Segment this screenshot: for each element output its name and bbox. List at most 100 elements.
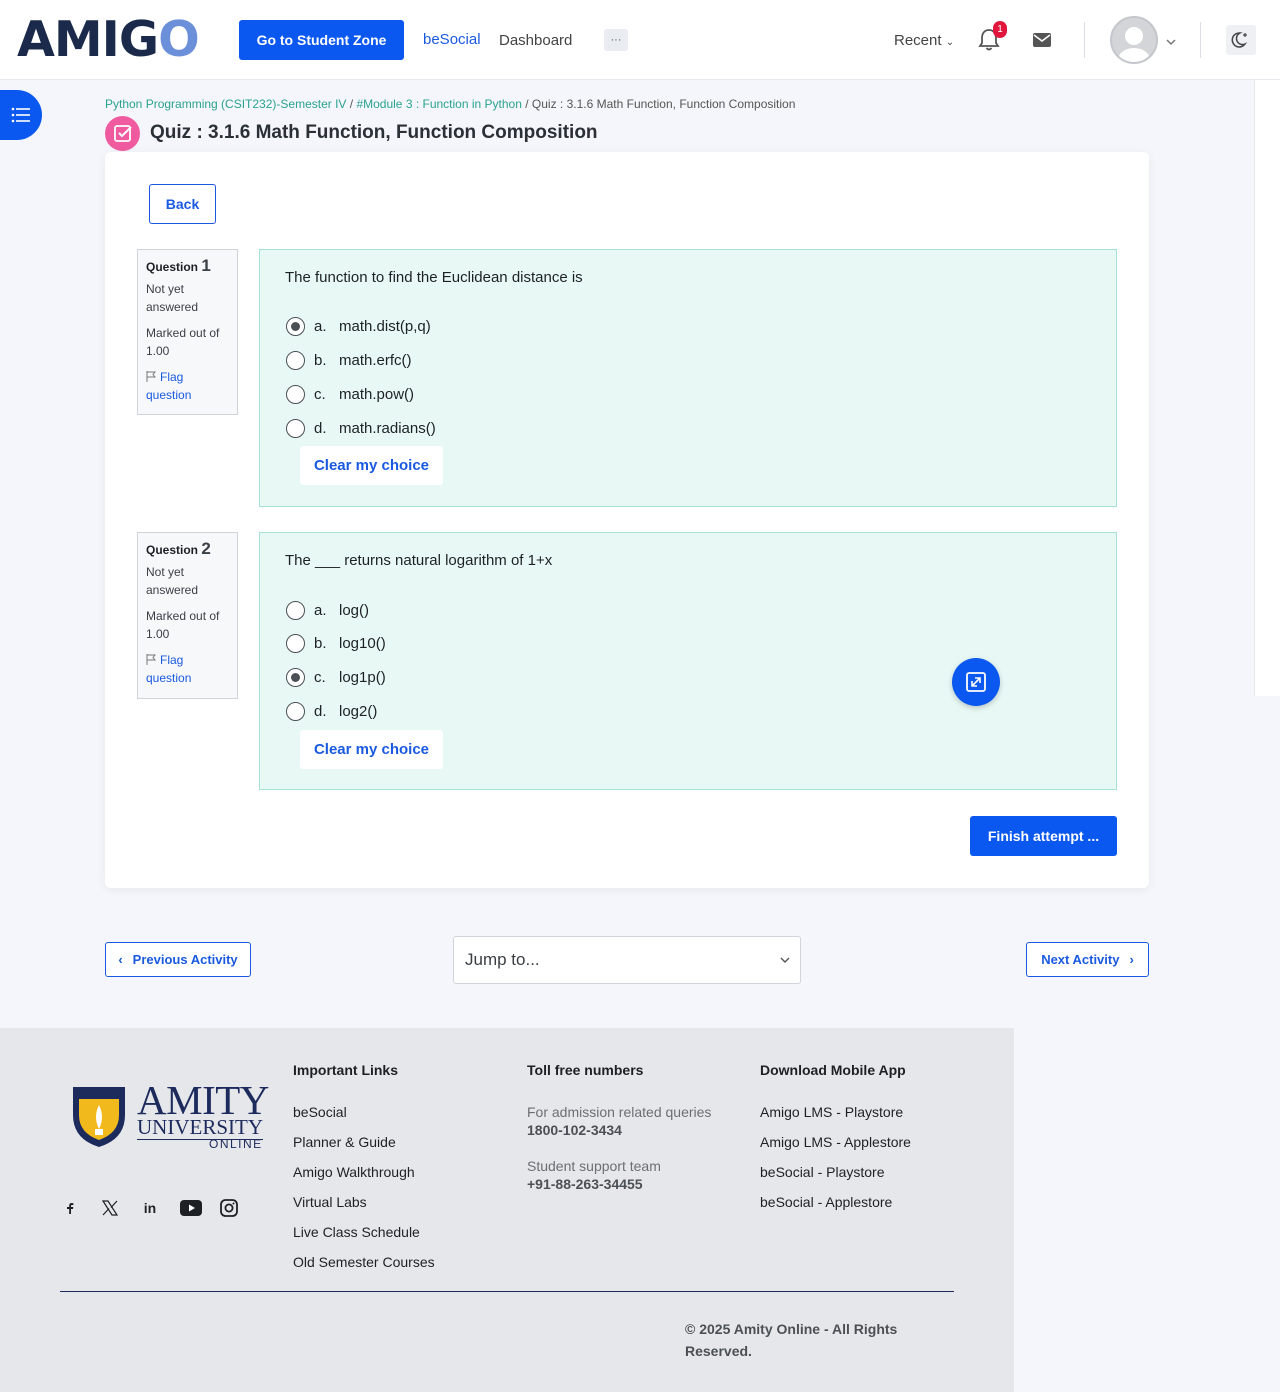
notification-count-badge: 1: [993, 21, 1007, 38]
option-text: log2(): [339, 702, 378, 720]
question-status: Not yet answered: [146, 282, 199, 314]
footer-divider: [60, 1291, 954, 1292]
admission-label: For admission related queries: [527, 1104, 712, 1120]
question-number: 2: [201, 539, 211, 558]
radio-button[interactable]: [286, 384, 305, 404]
moon-icon: [1231, 32, 1248, 48]
nav-dashboard-link[interactable]: Dashboard: [499, 32, 572, 49]
radio-button[interactable]: [286, 350, 305, 370]
radio-button[interactable]: [286, 600, 305, 620]
footer-link[interactable]: beSocial: [293, 1104, 435, 1134]
flag-icon: [146, 654, 157, 665]
right-drawer-edge: [1254, 80, 1280, 696]
option-letter: a.: [314, 601, 327, 619]
app-store-link[interactable]: beSocial - Applestore: [760, 1194, 911, 1224]
radio-button[interactable]: [286, 418, 305, 438]
footer-link[interactable]: Old Semester Courses: [293, 1254, 435, 1284]
amigo-logo[interactable]: AMIGO: [17, 14, 200, 66]
expand-icon: [966, 672, 986, 692]
question-heading: Question: [146, 543, 199, 557]
flag-question-link[interactable]: Flag question: [146, 368, 229, 404]
flag-icon: [146, 371, 157, 382]
breadcrumb: Python Programming (CSIT232)-Semester IV…: [105, 97, 795, 111]
footer-link[interactable]: Planner & Guide: [293, 1134, 435, 1164]
option-text: log10(): [339, 634, 386, 652]
recent-label: Recent: [894, 32, 942, 49]
flag-question-link[interactable]: Flag question: [146, 651, 229, 687]
clear-my-choice-button[interactable]: Clear my choice: [300, 446, 443, 485]
answer-option[interactable]: c. log1p(): [286, 666, 386, 688]
radio-button[interactable]: [286, 701, 305, 721]
option-letter: b.: [314, 351, 327, 369]
top-navbar: AMIGO Go to Student Zone beSocial Dashbo…: [0, 0, 1280, 80]
clear-my-choice-button[interactable]: Clear my choice: [300, 730, 443, 769]
dark-mode-toggle[interactable]: [1226, 25, 1256, 55]
more-menu-button[interactable]: ···: [604, 29, 628, 51]
footer-link[interactable]: Live Class Schedule: [293, 1224, 435, 1254]
question-text: The ___ returns natural logarithm of 1+x: [285, 552, 553, 569]
mobile-app-column: Download Mobile App Amigo LMS - Playstor…: [760, 1062, 911, 1224]
instagram-icon[interactable]: [219, 1198, 239, 1218]
jump-to-placeholder: Jump to...: [465, 950, 540, 969]
option-letter: c.: [314, 385, 326, 403]
app-store-link[interactable]: Amigo LMS - Applestore: [760, 1134, 911, 1164]
course-index-toggle[interactable]: [0, 90, 42, 140]
answer-option[interactable]: d. log2(): [286, 700, 377, 722]
radio-button[interactable]: [286, 667, 305, 687]
chevron-down-icon: ⌄: [945, 37, 955, 48]
finish-attempt-button[interactable]: Finish attempt ...: [970, 816, 1117, 856]
question-info-panel: Question 2 Not yet answered Marked out o…: [137, 532, 238, 699]
go-to-student-zone-button[interactable]: Go to Student Zone: [239, 20, 404, 60]
option-text: math.pow(): [339, 385, 415, 403]
important-links-title: Important Links: [293, 1062, 399, 1078]
support-label: Student support team: [527, 1158, 661, 1174]
option-text: log(): [339, 601, 370, 619]
fullscreen-toggle-button[interactable]: [952, 658, 1000, 706]
answer-option[interactable]: b. math.erfc(): [286, 349, 412, 371]
app-store-link[interactable]: beSocial - Playstore: [760, 1164, 911, 1194]
messages-icon[interactable]: [1033, 33, 1051, 47]
recent-dropdown[interactable]: Recent ⌄: [894, 32, 954, 49]
amity-brand-online: ONLINE: [209, 1137, 263, 1151]
support-number: +91-88-263-34455: [527, 1176, 643, 1192]
footer-link[interactable]: Amigo Walkthrough: [293, 1164, 435, 1194]
answer-option[interactable]: a. log(): [286, 599, 369, 621]
footer-link[interactable]: Virtual Labs: [293, 1194, 435, 1224]
breadcrumb-current: Quiz : 3.1.6 Math Function, Function Com…: [531, 97, 796, 111]
answer-option[interactable]: c. math.pow(): [286, 383, 414, 405]
back-button[interactable]: Back: [149, 184, 216, 224]
breadcrumb-separator: /: [525, 97, 529, 111]
answer-option[interactable]: d. math.radians(): [286, 417, 436, 439]
jump-to-select[interactable]: Jump to...: [453, 936, 801, 984]
facebook-icon[interactable]: [60, 1198, 80, 1218]
youtube-icon[interactable]: [180, 1198, 202, 1218]
radio-button[interactable]: [286, 316, 305, 336]
answer-option[interactable]: b. log10(): [286, 632, 386, 654]
previous-activity-button[interactable]: ‹ Previous Activity: [105, 942, 251, 977]
app-store-link[interactable]: Amigo LMS - Playstore: [760, 1104, 911, 1134]
option-letter: a.: [314, 317, 327, 335]
linkedin-icon[interactable]: in: [140, 1198, 160, 1218]
amity-brand-university: UNIVERSITY: [137, 1115, 263, 1139]
option-letter: d.: [314, 419, 327, 437]
question-number: 1: [201, 256, 211, 275]
option-text: math.erfc(): [339, 351, 412, 369]
option-text: math.dist(p,q): [339, 317, 431, 335]
x-twitter-icon[interactable]: [100, 1198, 120, 1218]
next-activity-button[interactable]: Next Activity ›: [1026, 942, 1149, 977]
question-marks: Marked out of 1.00: [146, 326, 220, 358]
nav-besocial-link[interactable]: beSocial: [423, 31, 481, 48]
list-icon: [11, 107, 30, 123]
breadcrumb-course-link[interactable]: Python Programming (CSIT232)-Semester IV: [105, 97, 346, 111]
next-activity-label: Next Activity: [1041, 952, 1120, 967]
question-content: The function to find the Euclidean dista…: [259, 249, 1117, 507]
question-status: Not yet answered: [146, 565, 199, 597]
breadcrumb-module-link[interactable]: #Module 3 : Function in Python: [356, 97, 521, 111]
option-text: math.radians(): [339, 419, 436, 437]
answer-option[interactable]: a. math.dist(p,q): [286, 315, 431, 337]
page-title: Quiz : 3.1.6 Math Function, Function Com…: [150, 122, 598, 143]
user-avatar[interactable]: [1110, 16, 1158, 64]
option-letter: d.: [314, 702, 327, 720]
user-menu-chevron-icon[interactable]: [1165, 34, 1177, 46]
radio-button[interactable]: [286, 633, 305, 653]
